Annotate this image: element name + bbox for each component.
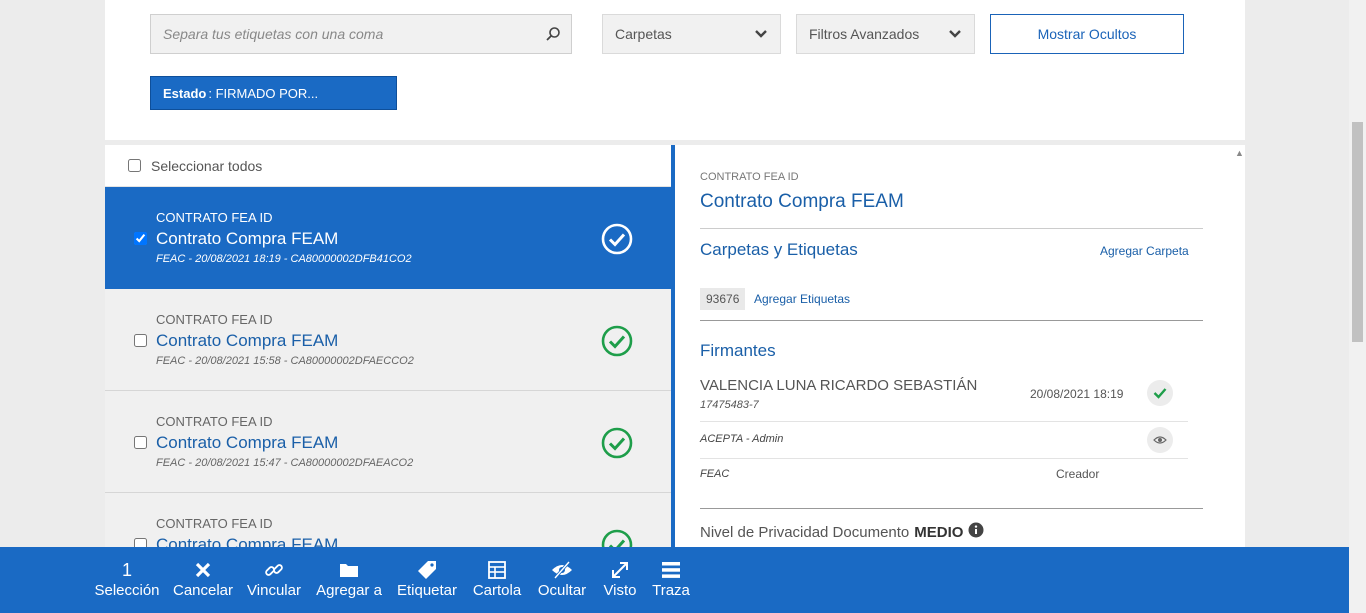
eye-slash-icon — [551, 559, 573, 581]
spreadsheet-icon — [488, 559, 506, 581]
selection-count: 1 Selección — [94, 547, 160, 613]
expand-icon — [611, 559, 629, 581]
search-icon[interactable] — [535, 26, 571, 42]
chip-key: Estado — [163, 85, 207, 101]
signers-heading: Firmantes — [700, 341, 776, 360]
item-kind: CONTRATO FEA ID — [156, 312, 273, 327]
link-label: Vincular — [247, 582, 301, 599]
chevron-down-icon — [948, 26, 962, 42]
chain-link-icon — [264, 559, 284, 581]
hide-label: Ocultar — [537, 582, 587, 599]
selection-number: 1 — [121, 559, 132, 580]
tag-search-input[interactable] — [151, 15, 535, 53]
item-checkbox[interactable] — [134, 334, 147, 347]
divider — [700, 228, 1203, 229]
tag-button[interactable]: Etiquetar — [397, 547, 457, 613]
add-tags-link[interactable]: Agregar Etiquetas — [754, 292, 850, 306]
folder-icon — [339, 559, 359, 581]
item-kind: CONTRATO FEA ID — [156, 414, 273, 429]
signer-name: VALENCIA LUNA RICARDO SEBASTIÁN — [700, 377, 978, 394]
divider — [700, 458, 1188, 459]
item-checkbox[interactable] — [134, 232, 147, 245]
tag-badge[interactable]: 93676 — [700, 288, 746, 310]
panel-scroll-up-icon[interactable]: ▲ — [1235, 148, 1244, 158]
advanced-filters-dropdown[interactable]: Filtros Avanzados — [796, 14, 975, 54]
creator-label: Creador — [1056, 467, 1100, 481]
divider — [700, 421, 1188, 422]
divider — [700, 508, 1203, 509]
tag-search — [150, 14, 572, 54]
seen-button[interactable]: Visto — [602, 547, 638, 613]
select-all-row[interactable]: Seleccionar todos — [105, 145, 671, 187]
hide-button[interactable]: Ocultar — [538, 547, 586, 613]
add-to-button[interactable]: Agregar a — [316, 547, 382, 613]
item-title: Contrato Compra FEAM — [156, 433, 339, 452]
advanced-filters-label: Filtros Avanzados — [809, 26, 920, 42]
folders-dropdown[interactable]: Carpetas — [602, 14, 781, 54]
detail-title: Contrato Compra FEAM — [700, 191, 904, 212]
cartola-button[interactable]: Cartola — [472, 547, 522, 613]
item-title: Contrato Compra FEAM — [156, 229, 339, 248]
selection-label: Selección — [94, 582, 160, 599]
cancel-button[interactable]: Cancelar — [172, 547, 234, 613]
check-icon — [1147, 380, 1173, 406]
status-filter-chip[interactable]: Estado : FIRMADO POR... — [150, 76, 397, 110]
show-hidden-button[interactable]: Mostrar Ocultos — [990, 14, 1184, 54]
document-detail-panel: CONTRATO FEA ID Contrato Compra FEAM Car… — [671, 145, 1245, 613]
cancel-label: Cancelar — [172, 582, 234, 599]
folders-dropdown-label: Carpetas — [615, 26, 672, 42]
scrollbar-thumb[interactable] — [1352, 122, 1363, 342]
eye-icon[interactable] — [1147, 427, 1173, 453]
accept-admin-text: ACEPTA - Admin — [700, 433, 784, 445]
page-scrollbar[interactable] — [1349, 0, 1366, 613]
tag-label: Etiquetar — [396, 582, 458, 599]
detail-kind: CONTRATO FEA ID — [700, 171, 799, 183]
check-circle-icon — [601, 223, 633, 255]
item-kind: CONTRATO FEA ID — [156, 516, 273, 531]
list-item[interactable]: CONTRATO FEA ID Contrato Compra FEAM FEA… — [105, 391, 671, 493]
action-toolbar: 1 Selección Cancelar Vincular Agregar a … — [0, 547, 1349, 613]
info-icon[interactable] — [968, 522, 984, 542]
item-meta: FEAC - 20/08/2021 18:19 - CA80000002DFB4… — [156, 253, 412, 265]
signer-id: 17475483-7 — [700, 399, 759, 411]
select-all-label: Seleccionar todos — [151, 157, 263, 174]
check-circle-icon — [601, 427, 633, 459]
document-list: Seleccionar todos CONTRATO FEA ID Contra… — [105, 145, 671, 613]
tag-icon — [417, 559, 437, 581]
cartola-label: Cartola — [472, 582, 522, 599]
privacy-level: Nivel de Privacidad Documento MEDIO — [700, 522, 984, 542]
chip-value: : FIRMADO POR... — [208, 85, 319, 101]
add-to-label: Agregar a — [316, 582, 382, 599]
filter-bar: Carpetas Filtros Avanzados Mostrar Ocult… — [105, 0, 1245, 140]
select-all-checkbox[interactable] — [128, 159, 141, 172]
close-icon — [195, 559, 211, 581]
list-item[interactable]: CONTRATO FEA ID Contrato Compra FEAM FEA… — [105, 187, 671, 289]
privacy-value: MEDIO — [914, 523, 964, 541]
item-checkbox[interactable] — [134, 436, 147, 449]
divider — [700, 320, 1203, 321]
check-circle-icon — [601, 325, 633, 357]
list-item[interactable]: CONTRATO FEA ID Contrato Compra FEAM FEA… — [105, 289, 671, 391]
privacy-label: Nivel de Privacidad Documento — [700, 523, 910, 541]
signer-date: 20/08/2021 18:19 — [1030, 387, 1124, 401]
list-icon — [661, 559, 681, 581]
trace-button[interactable]: Traza — [652, 547, 690, 613]
add-folder-link[interactable]: Agregar Carpeta — [1100, 244, 1189, 258]
item-meta: FEAC - 20/08/2021 15:58 - CA80000002DFAE… — [156, 355, 414, 367]
item-kind: CONTRATO FEA ID — [156, 210, 273, 225]
item-title: Contrato Compra FEAM — [156, 331, 339, 350]
creator-org: FEAC — [700, 468, 730, 480]
item-meta: FEAC - 20/08/2021 15:47 - CA80000002DFAE… — [156, 457, 414, 469]
trace-label: Traza — [652, 582, 690, 599]
link-button[interactable]: Vincular — [247, 547, 301, 613]
chevron-down-icon — [754, 26, 768, 42]
folders-tags-heading: Carpetas y Etiquetas — [700, 240, 858, 259]
seen-label: Visto — [603, 582, 637, 599]
main-page: Carpetas Filtros Avanzados Mostrar Ocult… — [105, 0, 1245, 613]
